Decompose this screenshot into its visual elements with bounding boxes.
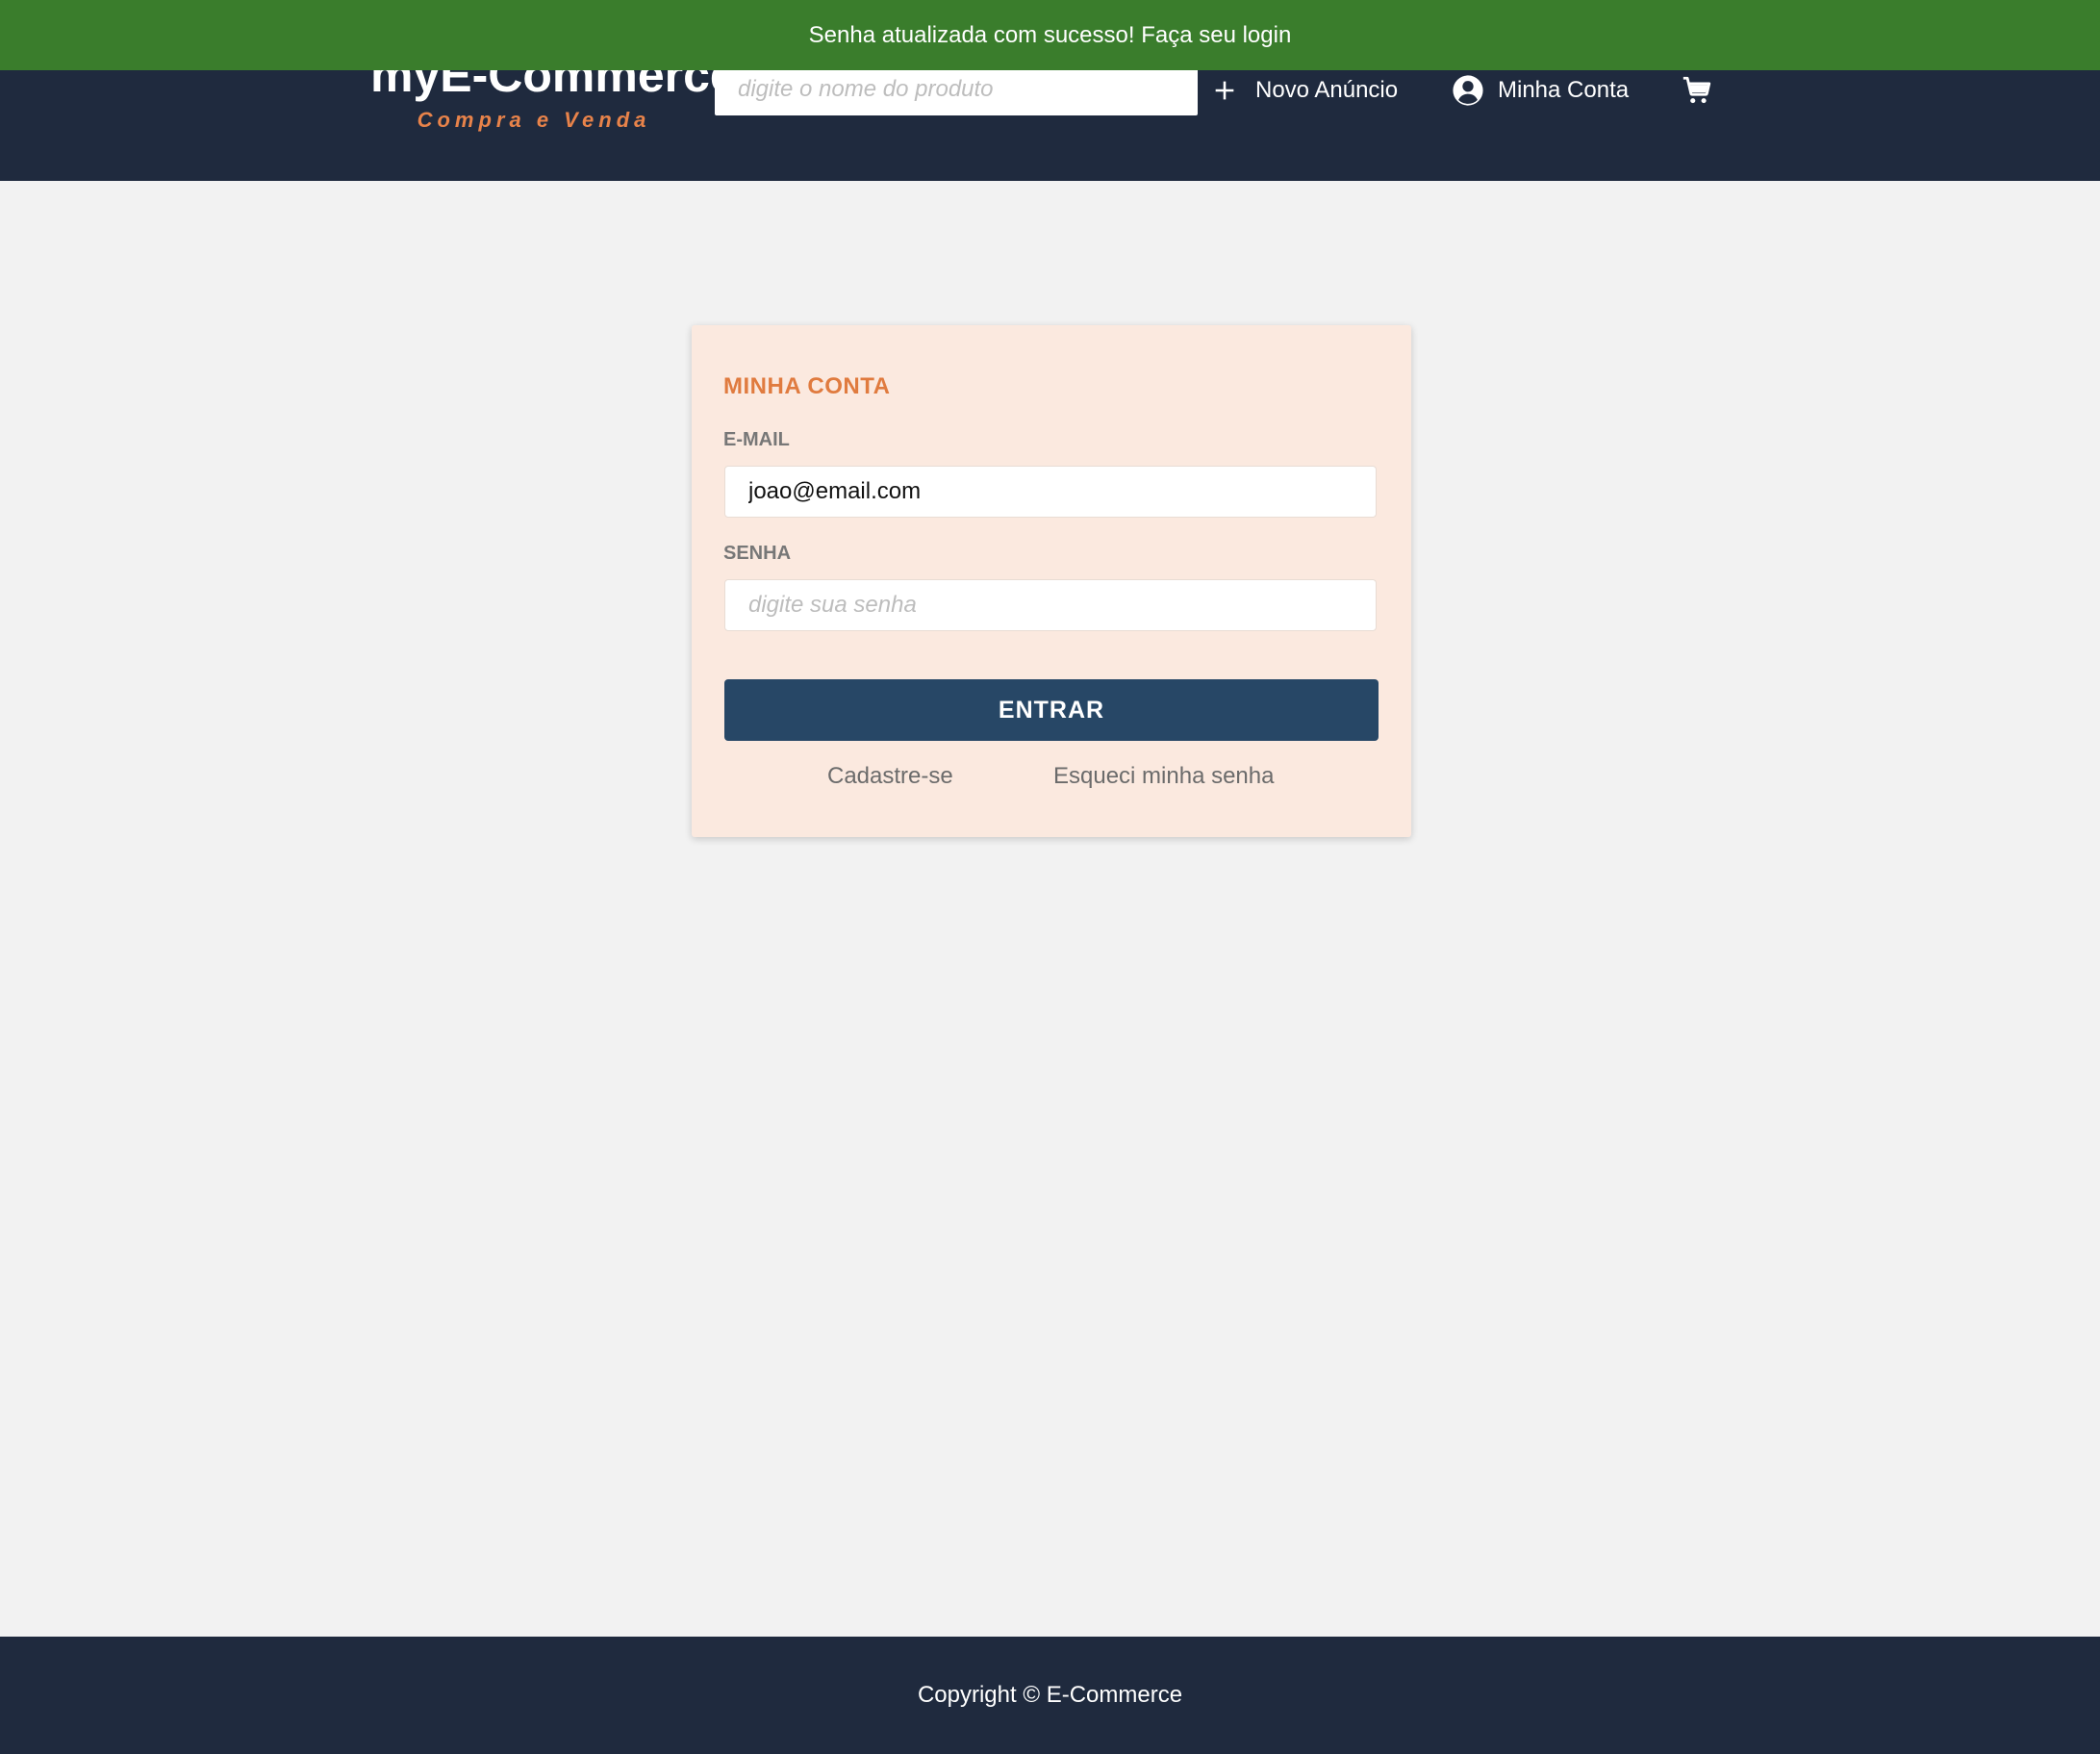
card-title: MINHA CONTA	[723, 373, 891, 399]
product-search-input[interactable]	[715, 64, 1198, 115]
cart-button[interactable]	[1681, 71, 1713, 110]
cart-icon	[1681, 74, 1713, 107]
plus-icon	[1211, 77, 1238, 104]
toast-message: Senha atualizada com sucesso! Faça seu l…	[808, 21, 1292, 48]
account-link[interactable]: Minha Conta	[1452, 71, 1629, 110]
email-label: E-MAIL	[723, 429, 790, 450]
footer: Copyright © E-Commerce	[0, 1637, 2100, 1754]
account-label: Minha Conta	[1498, 77, 1630, 103]
new-ad-label: Novo Anúncio	[1255, 77, 1399, 103]
account-circle-icon	[1452, 74, 1484, 107]
login-button[interactable]: ENTRAR	[724, 679, 1379, 741]
brand-subtitle: Compra e Venda	[417, 108, 651, 132]
copyright-text: Copyright © E-Commerce	[917, 1682, 1183, 1708]
success-toast: Senha atualizada com sucesso! Faça seu l…	[0, 0, 2100, 70]
password-label: SENHA	[723, 543, 792, 564]
password-field[interactable]	[724, 579, 1377, 631]
email-field[interactable]	[724, 466, 1377, 518]
signup-link[interactable]: Cadastre-se	[827, 763, 953, 790]
new-ad-link[interactable]: Novo Anúncio	[1211, 71, 1398, 110]
forgot-password-link[interactable]: Esqueci minha senha	[1053, 763, 1274, 790]
login-card: MINHA CONTA E-MAIL SENHA ENTRAR Cadastre…	[692, 325, 1411, 837]
